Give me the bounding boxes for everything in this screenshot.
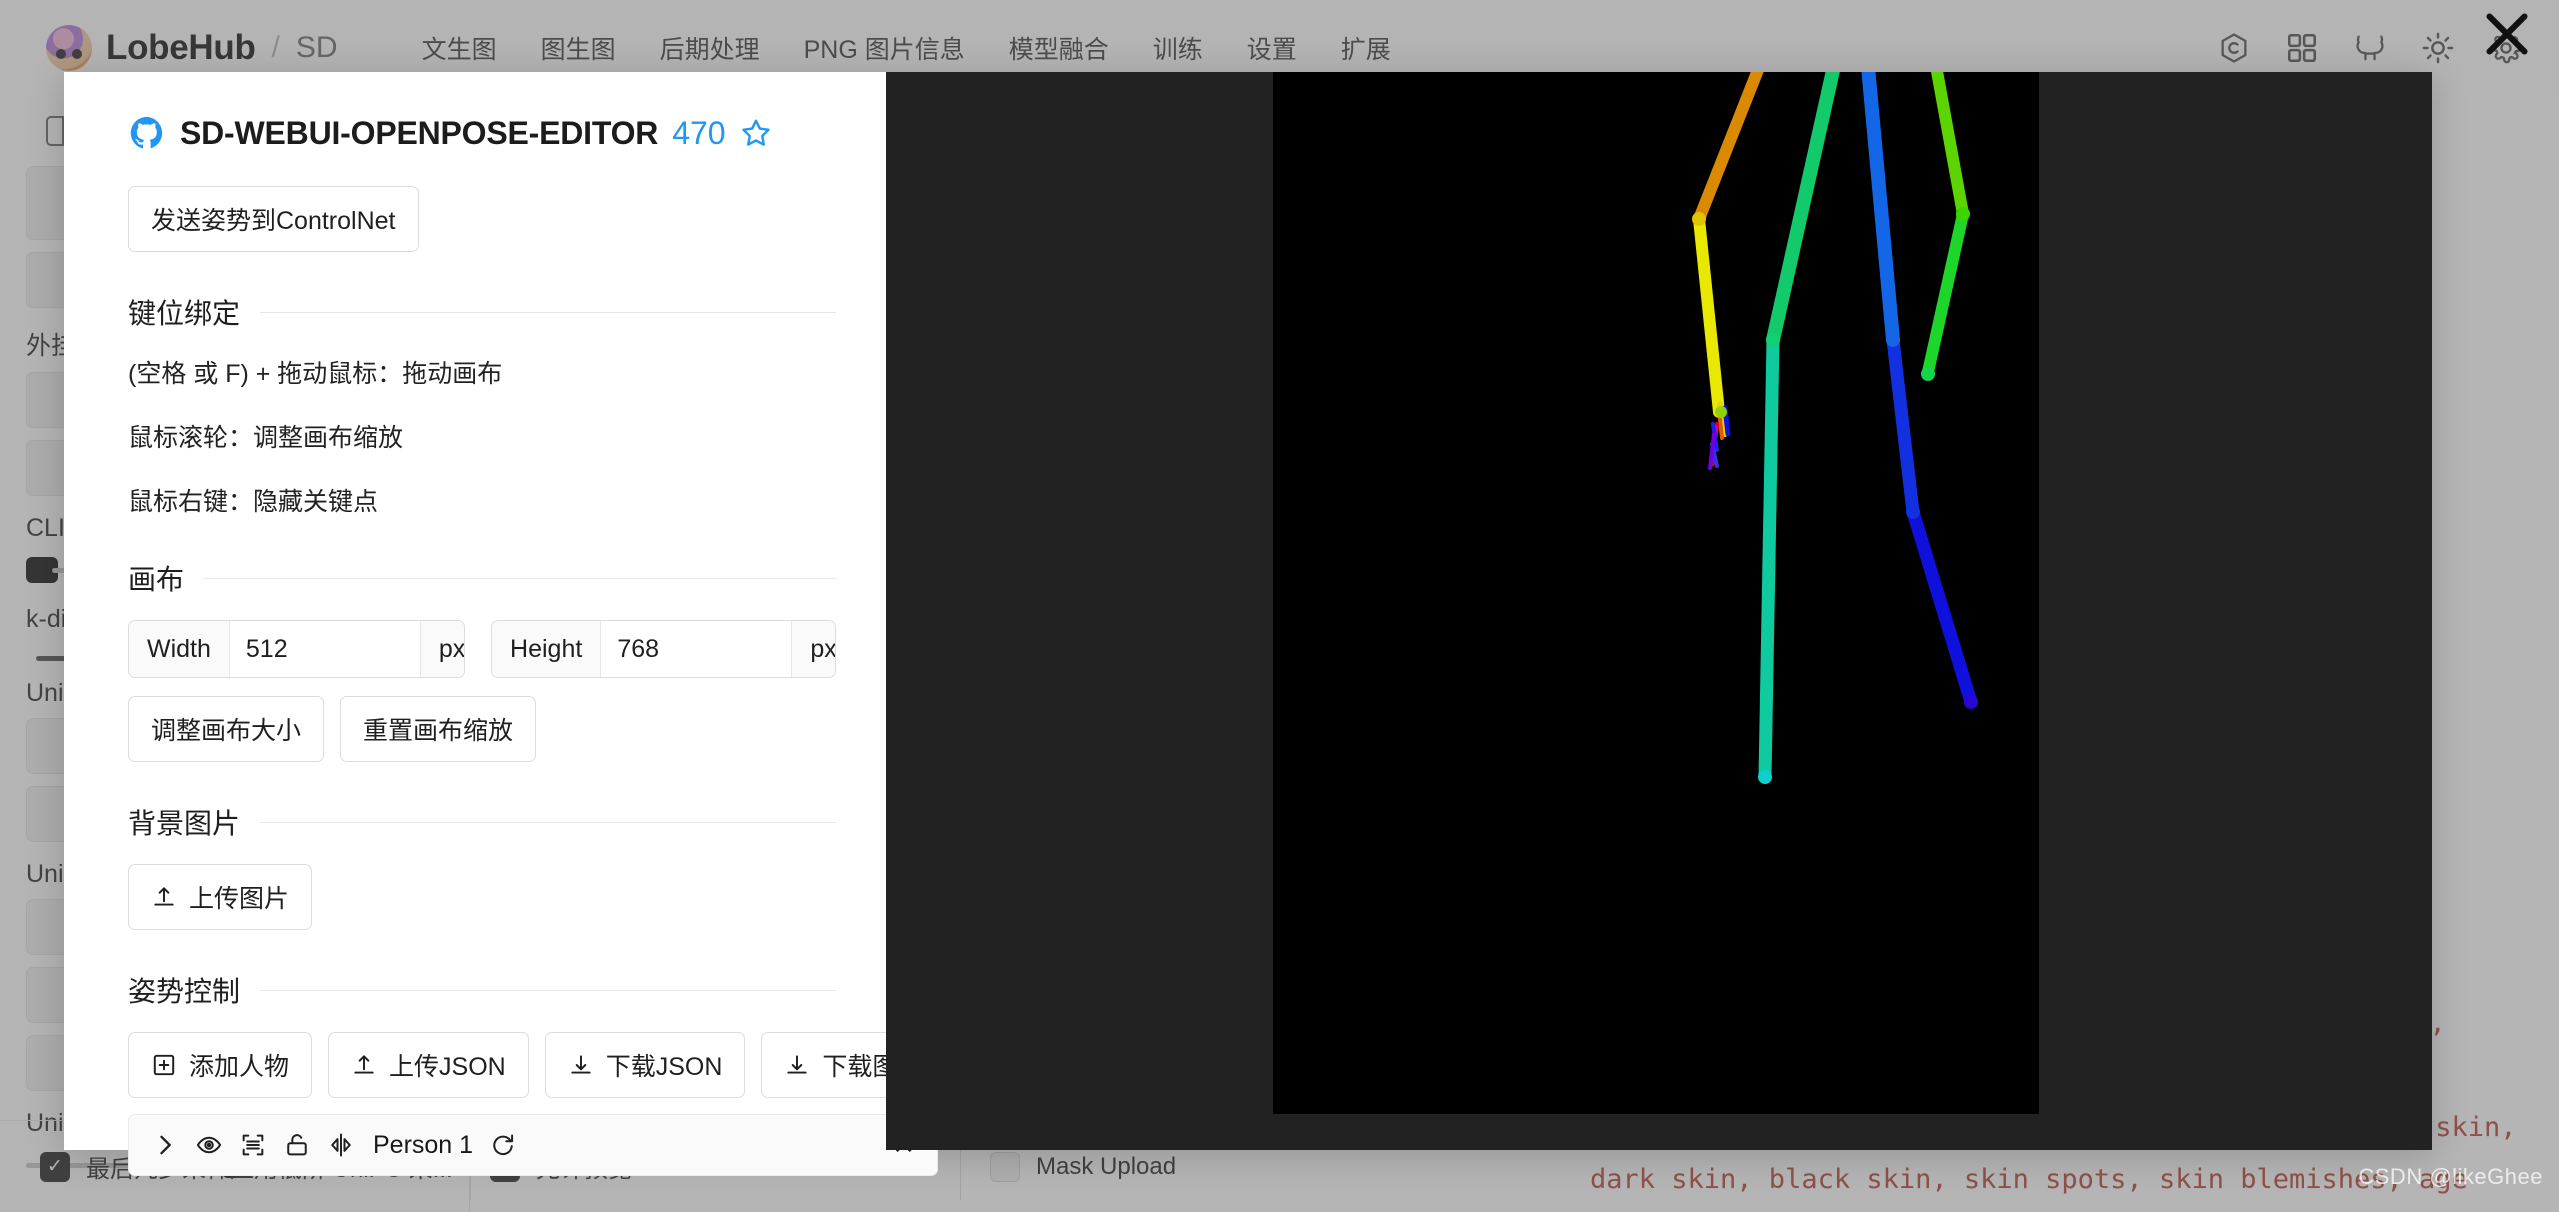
section-pose-control: 姿势控制 <box>128 970 836 1010</box>
download-icon <box>568 1052 594 1078</box>
right-thigh[interactable] <box>1766 72 1846 347</box>
left-forearm[interactable] <box>1922 208 1969 378</box>
width-label: Width <box>129 621 230 677</box>
csdn-watermark: CSDN @likeGhee <box>2358 1164 2543 1189</box>
section-title: 键位绑定 <box>128 298 241 329</box>
keybinding-hide-keypoints: 鼠标右键：隐藏关键点 <box>128 488 379 516</box>
pose-canvas-container[interactable] <box>886 72 2432 1150</box>
left-foot[interactable] <box>1906 505 1978 709</box>
openpose-editor-panel: SD-WEBUI-OPENPOSE-EDITOR 470 发送姿势到Contro… <box>64 72 946 1176</box>
section-title: 姿势控制 <box>128 976 241 1007</box>
right-shin[interactable] <box>1758 333 1780 784</box>
keybinding-pan: (空格 或 F) + 拖动鼠标：拖动画布 <box>128 360 503 388</box>
download-json-button[interactable]: 下载JSON <box>544 1032 746 1098</box>
right-upper-arm[interactable] <box>1693 72 1773 225</box>
section-background-image: 背景图片 <box>128 802 836 842</box>
button-label: 添加人物 <box>189 1053 290 1081</box>
keybinding-zoom: 鼠标滚轮：调整画布缩放 <box>128 424 404 452</box>
canvas-width-field[interactable]: Width px <box>128 620 466 678</box>
canvas-dimension-fields: Width px Height px <box>128 620 836 678</box>
section-divider <box>260 311 836 313</box>
person-name-label: Person 1 <box>373 1130 474 1159</box>
left-shin[interactable] <box>1886 333 1920 519</box>
add-person-button[interactable]: 添加人物 <box>128 1032 313 1098</box>
right-ankle[interactable] <box>1758 770 1772 784</box>
height-label: Height <box>492 621 602 677</box>
upload-icon <box>151 884 177 910</box>
left-elbow[interactable] <box>1956 207 1970 221</box>
chevron-right-icon[interactable] <box>151 1131 179 1159</box>
add-box-icon <box>151 1052 177 1078</box>
right-wrist[interactable] <box>1715 406 1727 418</box>
button-label: 上传JSON <box>389 1053 506 1081</box>
close-icon[interactable] <box>2479 6 2535 62</box>
button-label: 上传图片 <box>189 885 290 913</box>
page-title: SD-WEBUI-OPENPOSE-EDITOR <box>180 114 659 151</box>
right-forearm[interactable] <box>1693 213 1725 418</box>
person-list-item[interactable]: Person 1 ✕ <box>128 1114 938 1176</box>
canvas-height-field[interactable]: Height px <box>491 620 836 678</box>
section-divider <box>204 577 836 579</box>
section-canvas: 画布 <box>128 558 836 598</box>
section-divider <box>260 989 836 991</box>
height-input[interactable] <box>601 621 792 677</box>
flip-horizontal-icon[interactable] <box>327 1131 355 1159</box>
modal-header: SD-WEBUI-OPENPOSE-EDITOR 470 <box>128 114 836 152</box>
right-elbow[interactable] <box>1692 212 1706 226</box>
left-knee[interactable] <box>1886 333 1900 347</box>
section-title: 画布 <box>128 564 185 595</box>
upload-icon <box>351 1052 377 1078</box>
pose-action-buttons: 添加人物 上传JSON 下载JSON 下载图片 <box>128 1032 946 1098</box>
upload-background-image-button[interactable]: 上传图片 <box>128 864 313 930</box>
width-unit: px <box>419 621 465 677</box>
left-thigh[interactable] <box>1861 72 1900 347</box>
star-count: 470 <box>672 114 726 151</box>
left-wrist[interactable] <box>1921 367 1935 381</box>
right-knee[interactable] <box>1766 333 1780 347</box>
background-actions: 上传图片 <box>128 864 836 930</box>
dashed-box-icon[interactable] <box>239 1131 267 1159</box>
reset-canvas-zoom-button[interactable]: 重置画布缩放 <box>340 696 537 762</box>
canvas-action-buttons: 调整画布大小 重置画布缩放 <box>128 696 836 762</box>
send-pose-to-controlnet-button[interactable]: 发送姿势到ControlNet <box>128 186 419 252</box>
eye-icon[interactable] <box>195 1131 223 1159</box>
left-upper-arm[interactable] <box>1928 72 1969 220</box>
rotate-icon[interactable] <box>489 1131 517 1159</box>
openpose-editor-modal: SD-WEBUI-OPENPOSE-EDITOR 470 发送姿势到Contro… <box>64 72 2432 1176</box>
left-toe[interactable] <box>1964 695 1978 709</box>
section-title: 背景图片 <box>128 808 241 839</box>
section-divider <box>260 821 836 823</box>
github-icon[interactable] <box>128 114 166 152</box>
resize-canvas-button[interactable]: 调整画布大小 <box>128 696 325 762</box>
pose-skeleton-svg <box>1692 72 1978 784</box>
upload-json-button[interactable]: 上传JSON <box>328 1032 529 1098</box>
unlock-icon[interactable] <box>283 1131 311 1159</box>
height-unit: px <box>791 621 836 677</box>
section-keybindings: 键位绑定 <box>128 292 836 332</box>
left-ankle[interactable] <box>1906 505 1920 519</box>
button-label: 下载JSON <box>605 1053 723 1081</box>
openpose-canvas[interactable] <box>1273 72 2039 1114</box>
download-icon <box>784 1052 810 1078</box>
star-icon[interactable] <box>740 117 772 149</box>
width-input[interactable] <box>229 621 420 677</box>
